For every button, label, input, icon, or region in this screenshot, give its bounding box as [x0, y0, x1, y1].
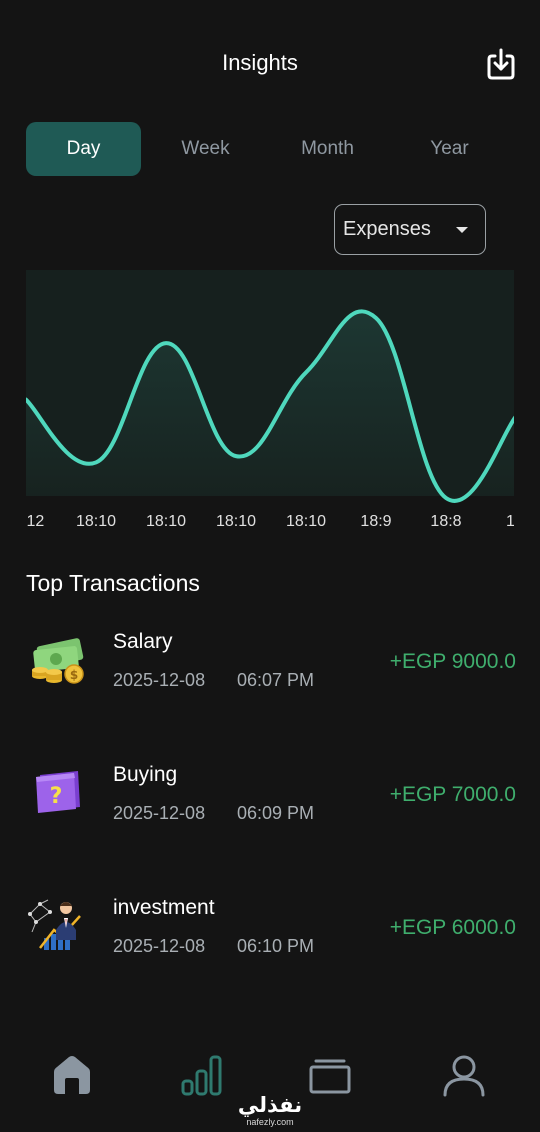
money-stack-icon: $: [26, 630, 92, 696]
transaction-time: 06:07 PM: [237, 670, 315, 690]
x-tick-label: :12: [26, 513, 44, 530]
transaction-amount: +EGP 9000.0: [389, 650, 516, 673]
caret-down-icon: [456, 227, 468, 233]
watermark-main: نفذلي: [237, 1093, 303, 1117]
dropdown-selected-label: Expenses: [343, 218, 431, 240]
download-button[interactable]: [484, 46, 518, 82]
home-icon: [54, 1056, 90, 1094]
watermark-sub: nafezly.com: [246, 1117, 294, 1127]
transaction-date: 2025-12-08: [113, 670, 206, 690]
x-tick-label: 18:8: [430, 513, 461, 530]
bar-chart-icon: [181, 1055, 222, 1096]
x-tick-label: 18:9: [360, 513, 391, 530]
tab-week[interactable]: Week: [148, 122, 263, 176]
transaction-amount: +EGP 7000.0: [389, 783, 516, 806]
period-tabs: Day Week Month Year: [26, 122, 514, 176]
download-icon: [487, 48, 515, 80]
transaction-title: investment: [113, 896, 215, 919]
x-tick-label: 18:10: [216, 513, 256, 530]
nav-insights[interactable]: [172, 1050, 232, 1100]
x-tick-label: 18:10: [286, 513, 326, 530]
transaction-amount: +EGP 6000.0: [389, 916, 516, 939]
chart-svg: :12 18:10 18:10 18:10 18:10 18:9 18:8 18: [22, 270, 524, 530]
x-tick-label: 18:10: [76, 513, 116, 530]
transaction-row-salary[interactable]: $ Salary 2025-12-08 06:07 PM +EGP 9000.0: [26, 630, 516, 720]
transaction-title: Buying: [113, 763, 178, 786]
transaction-date: 2025-12-08: [113, 936, 206, 956]
nav-wallet[interactable]: [300, 1050, 360, 1100]
insights-screen: Insights Day Week Month Year Expenses 12…: [0, 0, 540, 1132]
transaction-date: 2025-12-08: [113, 803, 206, 823]
tab-day[interactable]: Day: [26, 122, 141, 176]
nav-profile[interactable]: [434, 1050, 494, 1100]
transaction-title: Salary: [113, 630, 173, 653]
x-tick-label: 18: [506, 513, 514, 530]
tab-month[interactable]: Month: [270, 122, 385, 176]
watermark-logo: نفذلي nafezly.com: [230, 1094, 310, 1128]
wallet-icon: [309, 1059, 351, 1094]
tab-year[interactable]: Year: [392, 122, 507, 176]
user-icon: [443, 1055, 485, 1097]
type-dropdown[interactable]: Expenses: [334, 204, 486, 255]
question-box-icon: ?: [26, 763, 92, 829]
svg-text:$: $: [70, 668, 78, 682]
transaction-row-investment[interactable]: investment 2025-12-08 06:10 PM +EGP 6000…: [26, 896, 516, 986]
transaction-time: 06:10 PM: [237, 936, 315, 956]
transaction-time: 06:09 PM: [237, 803, 315, 823]
svg-text:?: ?: [50, 784, 63, 809]
section-title: Top Transactions: [26, 570, 200, 596]
line-chart: :12 18:10 18:10 18:10 18:10 18:9 18:8 18: [22, 270, 524, 540]
page-title: Insights: [222, 50, 298, 75]
investor-chart-icon: [26, 896, 92, 962]
transaction-row-buying[interactable]: ? Buying 2025-12-08 06:09 PM +EGP 7000.0: [26, 763, 516, 853]
x-tick-label: 18:10: [146, 513, 186, 530]
nav-home[interactable]: [42, 1050, 102, 1100]
